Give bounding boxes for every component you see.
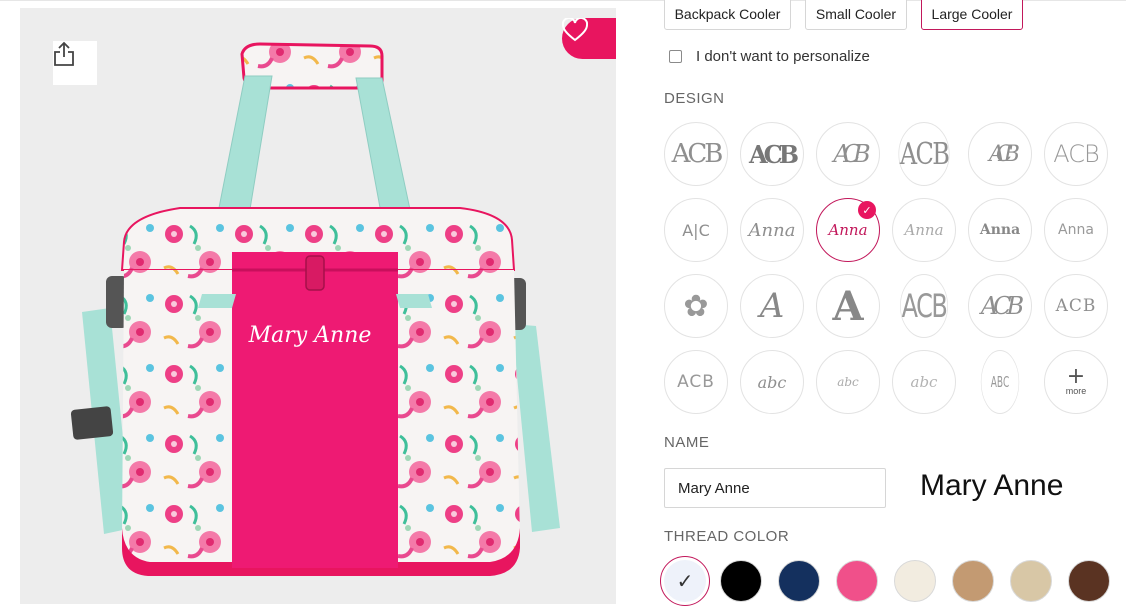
monogram-outline-icon[interactable]: ACB: [900, 274, 948, 338]
script-abc-icon[interactable]: abc: [740, 350, 804, 414]
thread-swatch-black[interactable]: [720, 560, 762, 602]
more-designs-label: more: [1065, 386, 1087, 396]
print-anna-icon[interactable]: Anna: [1044, 198, 1108, 262]
no-personalize-checkbox[interactable]: [669, 50, 682, 63]
design-options-grid: ACB ACB ACB ACB ACB ACB A|C Anna Anna ✓ …: [664, 122, 1108, 414]
monogram-block-icon[interactable]: ACB: [664, 350, 728, 414]
name-preview: Mary Anne: [920, 469, 1064, 502]
monogram-serif-icon[interactable]: ACB: [664, 122, 728, 186]
check-icon: ✓: [858, 201, 876, 219]
name-section-label: NAME: [664, 434, 710, 451]
script-thin-anna-icon[interactable]: Anna: [892, 198, 956, 262]
name-input[interactable]: [664, 468, 886, 508]
monogram-split-icon[interactable]: A|C: [664, 198, 728, 262]
monogram-vine-icon[interactable]: ACB: [968, 122, 1032, 186]
small-abc-icon[interactable]: abc: [816, 350, 880, 414]
thread-color-section-label: THREAD COLOR: [664, 528, 790, 545]
favorite-button[interactable]: [562, 18, 616, 59]
monogram-interlock-icon[interactable]: ACB: [816, 122, 880, 186]
more-designs-button[interactable]: + more: [1044, 350, 1108, 414]
size-option-large-cooler[interactable]: Large Cooler: [921, 0, 1023, 30]
monogram-tall-icon[interactable]: ACB: [898, 122, 950, 186]
flourish-icon[interactable]: ✿: [664, 274, 728, 338]
script-initial-icon[interactable]: A: [740, 274, 804, 338]
thread-swatch-tan[interactable]: [952, 560, 994, 602]
heart-icon: [562, 18, 588, 42]
size-option-backpack-cooler[interactable]: Backpack Cooler: [664, 0, 791, 30]
check-icon: ✓: [664, 560, 706, 602]
size-option-small-cooler[interactable]: Small Cooler: [805, 0, 907, 30]
block-initial-icon[interactable]: A: [816, 274, 880, 338]
design-section-label: DESIGN: [664, 90, 725, 107]
serif-anna-icon[interactable]: Anna: [968, 198, 1032, 262]
selected-design-text: Anna: [828, 221, 868, 239]
plus-icon: +: [1066, 364, 1086, 389]
script-anna-icon[interactable]: Anna: [740, 198, 804, 262]
thread-swatch-white[interactable]: ✓: [660, 556, 710, 606]
bag-personalization-text: Mary Anne: [248, 323, 372, 348]
thread-swatch-khaki[interactable]: [1010, 560, 1052, 602]
monogram-thin-icon[interactable]: ACB: [1044, 122, 1108, 186]
monogram-smallcaps-icon[interactable]: ACB: [1044, 274, 1108, 338]
share-button[interactable]: [53, 41, 97, 85]
light-abc-icon[interactable]: abc: [892, 350, 956, 414]
condensed-abc-icon[interactable]: ABC: [980, 350, 1020, 414]
no-personalize-label: I don't want to personalize: [696, 48, 870, 65]
cooler-bag-image: Mary Anne: [70, 42, 560, 576]
no-personalize-option[interactable]: I don't want to personalize: [669, 48, 870, 65]
thread-swatch-navy[interactable]: [778, 560, 820, 602]
thread-color-swatches: ✓: [660, 556, 1126, 606]
monogram-loop-icon[interactable]: ACB: [968, 274, 1032, 338]
thread-swatch-brown[interactable]: [1068, 560, 1110, 602]
script-anna-selected-icon[interactable]: Anna ✓: [816, 198, 880, 262]
product-image-panel: Mary Anne: [20, 8, 616, 604]
thread-swatch-pink[interactable]: [836, 560, 878, 602]
share-icon: [54, 41, 74, 66]
monogram-bold-icon[interactable]: ACB: [740, 122, 804, 186]
thread-swatch-cream[interactable]: [894, 560, 936, 602]
